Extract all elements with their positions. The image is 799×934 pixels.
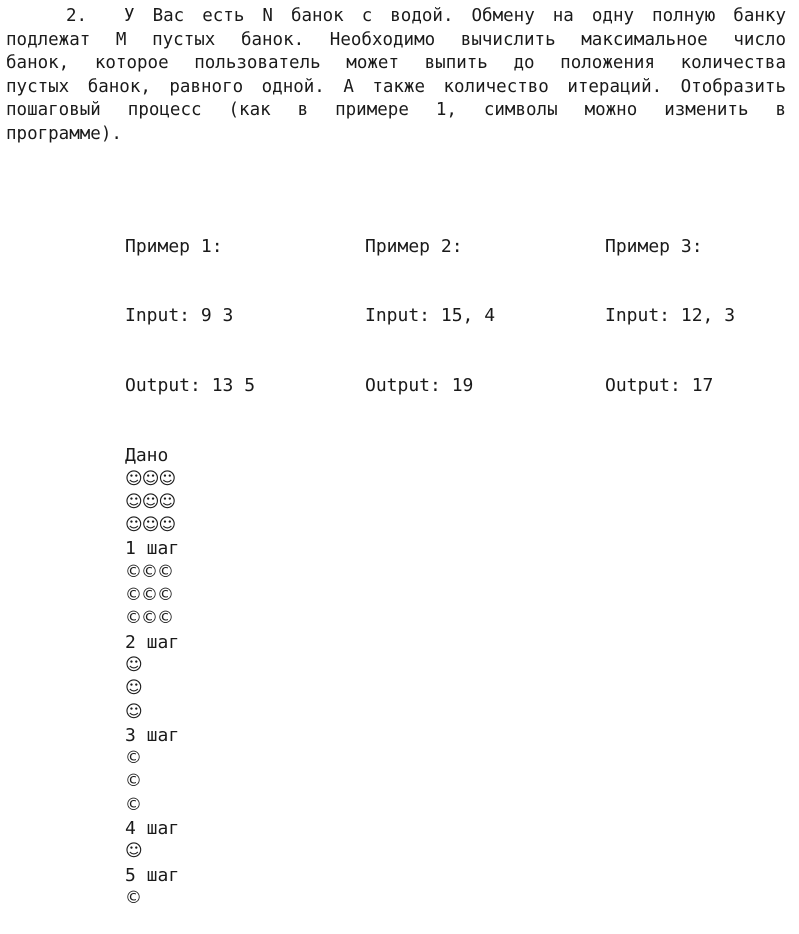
process-step-label: 4 шаг bbox=[125, 818, 180, 840]
process-symbols: ©©© bbox=[125, 608, 174, 629]
task-line-3: банок, которое пользователь может выпить… bbox=[6, 53, 786, 73]
task-line-2: подлежат M пустых банок. Необходимо вычи… bbox=[6, 29, 786, 50]
task-line-4: пустых банок, равного одной. А также кол… bbox=[6, 76, 786, 97]
process-step-label: Дано bbox=[125, 445, 169, 467]
task-number: 2. bbox=[66, 6, 88, 26]
task-line-5: пошаговый процесс (как в примере 1, симв… bbox=[6, 100, 786, 120]
task-line-1: 2. У Вас есть N банок с водой. Обмену на … bbox=[6, 5, 786, 29]
process-symbols: ☺☺☺ bbox=[125, 468, 176, 489]
process-step-label: 2 шаг bbox=[125, 631, 180, 653]
process-symbols: ©©© bbox=[125, 585, 174, 606]
example-title: Пример 1: bbox=[125, 235, 223, 257]
task-description: 2. У Вас есть N банок с водой. Обмену на … bbox=[6, 5, 786, 146]
process-step-label: 5 шаг bbox=[125, 864, 180, 886]
process-step-label: 1 шаг bbox=[125, 538, 180, 560]
process-symbols: ☺☺☺ bbox=[125, 491, 176, 512]
task-line-6: программе). bbox=[6, 123, 122, 144]
process-symbols: ☺ bbox=[125, 841, 143, 862]
example-1: Пример 1: Input: 9 3 Output: 13 5 Дано ☺☺… bbox=[125, 188, 255, 934]
task-line-1-text: У Вас есть N банок с водой. Обмену на од… bbox=[124, 6, 786, 26]
process-symbols: ☺ bbox=[125, 654, 143, 675]
example-input: Input: 12, 3 bbox=[605, 305, 736, 327]
process-symbols: © bbox=[125, 794, 142, 815]
process-symbols: © bbox=[125, 748, 142, 769]
example-3: Пример 3: Input: 12, 3 Output: 17 bbox=[605, 188, 735, 421]
example-title: Пример 2: bbox=[365, 235, 463, 257]
example-input: Input: 9 3 bbox=[125, 305, 234, 327]
process-symbols: © bbox=[125, 887, 142, 908]
process-symbols: ☺ bbox=[125, 701, 143, 722]
process-symbols: © bbox=[125, 771, 142, 792]
process-symbols: ☺☺☺ bbox=[125, 515, 176, 536]
example-input: Input: 15, 4 bbox=[365, 305, 496, 327]
example-output: Output: 19 bbox=[365, 375, 474, 397]
example-output: Output: 13 5 bbox=[125, 375, 256, 397]
process-step-label: 3 шаг bbox=[125, 724, 180, 746]
example-2: Пример 2: Input: 15, 4 Output: 19 bbox=[365, 188, 495, 421]
process-symbols: ©©© bbox=[125, 561, 174, 582]
example-1-process: Дано ☺☺☺ ☺☺☺ ☺☺☺ 1 шаг ©©© ©©© ©©© 2 шаг ☺ ☺ ☺ 3 шаг… bbox=[125, 444, 255, 910]
example-output: Output: 17 bbox=[605, 375, 714, 397]
example-title: Пример 3: bbox=[605, 235, 703, 257]
process-symbols: ☺ bbox=[125, 678, 143, 699]
